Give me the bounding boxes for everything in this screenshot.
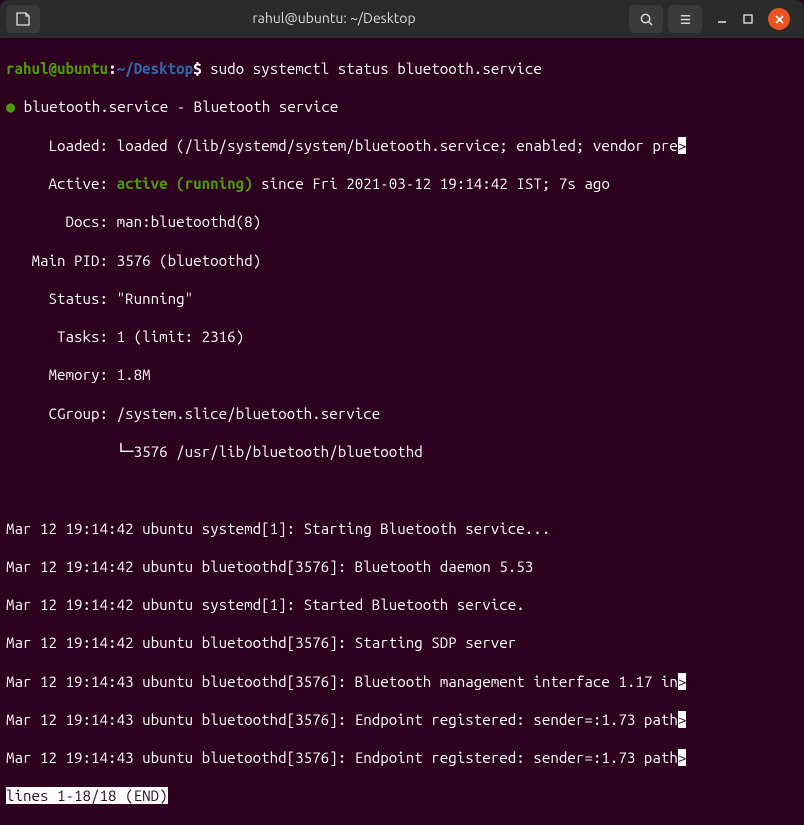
close-button[interactable] — [768, 8, 790, 30]
status-line: Status: "Running" — [6, 289, 798, 308]
log-line: Mar 12 19:14:43 ubuntu bluetoothd[3576]:… — [6, 710, 798, 729]
search-button[interactable] — [629, 5, 663, 33]
service-header: ● bluetooth.service - Bluetooth service — [6, 97, 798, 116]
prompt-user-host: rahul@ubuntu — [6, 60, 108, 77]
titlebar: rahul@ubuntu: ~/Desktop — [0, 0, 804, 38]
truncate-indicator: > — [678, 749, 687, 766]
docs-line: Docs: man:bluetoothd(8) — [6, 212, 798, 231]
maximize-icon — [742, 13, 754, 25]
new-tab-button[interactable] — [6, 5, 40, 33]
truncate-indicator: > — [678, 711, 687, 728]
hamburger-icon — [678, 12, 693, 27]
truncate-indicator: > — [678, 673, 687, 690]
minimize-button[interactable] — [716, 13, 728, 25]
typed-command: sudo systemctl status bluetooth.service — [210, 60, 542, 77]
close-icon — [774, 14, 785, 25]
memory-line: Memory: 1.8M — [6, 365, 798, 384]
log-line: Mar 12 19:14:43 ubuntu bluetoothd[3576]:… — [6, 748, 798, 767]
prompt-path: ~/Desktop — [117, 60, 194, 77]
cgroup-line: CGroup: /system.slice/bluetooth.service — [6, 404, 798, 423]
pager-status: lines 1-18/18 (END) — [6, 786, 798, 805]
search-icon — [639, 12, 654, 27]
log-line: Mar 12 19:14:42 ubuntu bluetoothd[3576]:… — [6, 557, 798, 576]
prompt-line: rahul@ubuntu:~/Desktop$ sudo systemctl s… — [6, 59, 798, 78]
log-line: Mar 12 19:14:42 ubuntu systemd[1]: Start… — [6, 595, 798, 614]
log-line: Mar 12 19:14:42 ubuntu bluetoothd[3576]:… — [6, 633, 798, 652]
window-controls — [716, 8, 790, 30]
log-line: Mar 12 19:14:43 ubuntu bluetoothd[3576]:… — [6, 672, 798, 691]
terminal-output[interactable]: rahul@ubuntu:~/Desktop$ sudo systemctl s… — [0, 38, 804, 825]
loaded-line: Loaded: loaded (/lib/systemd/system/blue… — [6, 136, 798, 155]
plus-icon — [15, 11, 31, 27]
mainpid-line: Main PID: 3576 (bluetoothd) — [6, 251, 798, 270]
minimize-icon — [716, 13, 728, 25]
log-line: Mar 12 19:14:42 ubuntu systemd[1]: Start… — [6, 519, 798, 538]
tasks-line: Tasks: 1 (limit: 2316) — [6, 327, 798, 346]
active-line: Active: active (running) since Fri 2021-… — [6, 174, 798, 193]
truncate-indicator: > — [678, 137, 687, 154]
cgroup-child-line: └─3576 /usr/lib/bluetooth/bluetoothd — [6, 442, 798, 461]
window-title: rahul@ubuntu: ~/Desktop — [44, 10, 624, 28]
blank-line — [6, 480, 798, 499]
maximize-button[interactable] — [742, 13, 754, 25]
active-state: active (running) — [117, 175, 253, 192]
menu-button[interactable] — [668, 5, 702, 33]
status-dot-icon: ● — [6, 98, 15, 115]
